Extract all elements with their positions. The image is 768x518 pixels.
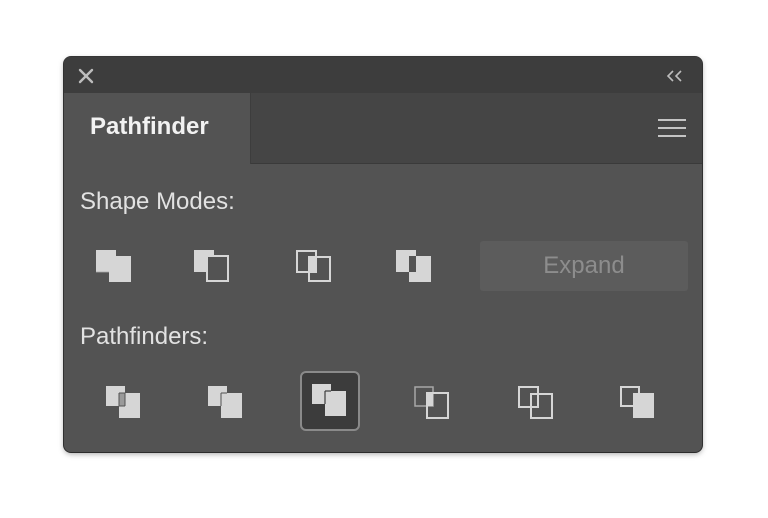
- outline-button[interactable]: [506, 373, 566, 433]
- hamburger-menu-icon[interactable]: [658, 118, 686, 138]
- exclude-icon: [396, 250, 431, 282]
- exclude-button[interactable]: [384, 236, 444, 296]
- intersect-button[interactable]: [284, 236, 344, 296]
- tab-bar: Pathfinder: [64, 93, 702, 164]
- divide-icon: [106, 386, 140, 418]
- trim-icon: [208, 386, 242, 418]
- expand-button[interactable]: Expand: [480, 241, 688, 291]
- tab-label: Pathfinder: [90, 113, 209, 140]
- merge-icon: [312, 384, 346, 416]
- crop-button[interactable]: [402, 373, 462, 433]
- divide-button[interactable]: [94, 373, 154, 433]
- pathfinders-label: Pathfinders:: [80, 323, 209, 350]
- unite-button[interactable]: [84, 236, 144, 296]
- trim-button[interactable]: [196, 373, 256, 433]
- minus-front-button[interactable]: [182, 236, 242, 296]
- merge-button[interactable]: [300, 371, 360, 431]
- intersect-icon: [296, 250, 331, 282]
- shape-modes-label: Shape Modes:: [80, 188, 235, 215]
- double-chevron-left-icon[interactable]: [664, 67, 686, 85]
- outline-icon: [518, 386, 553, 419]
- minus-back-button[interactable]: [608, 373, 668, 433]
- minus-front-icon: [194, 250, 229, 282]
- pathfinder-panel: Pathfinder Shape Modes: Expand Pathfinde…: [64, 57, 702, 452]
- crop-icon: [414, 386, 449, 419]
- tab-pathfinder[interactable]: Pathfinder: [64, 93, 251, 164]
- unite-icon: [96, 250, 131, 282]
- minus-back-icon: [620, 386, 654, 418]
- panel-titlebar: [64, 57, 702, 94]
- close-icon[interactable]: [76, 66, 96, 86]
